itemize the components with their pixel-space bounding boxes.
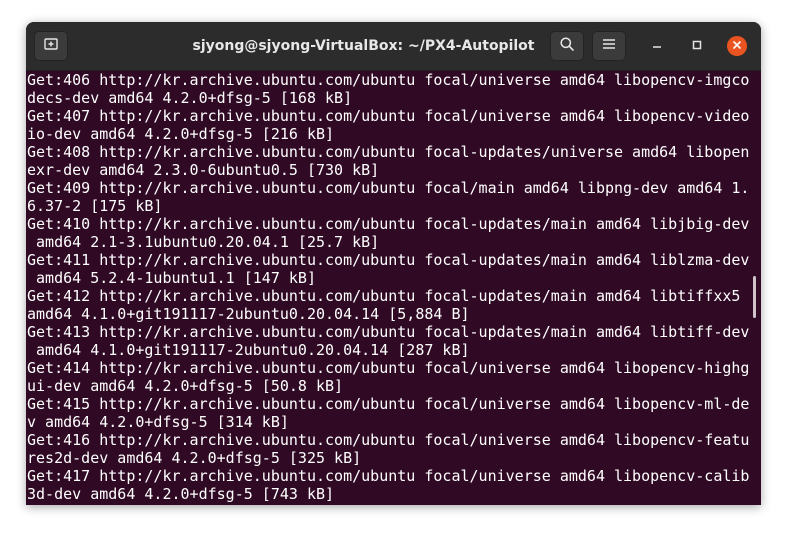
close-button[interactable]: [727, 36, 747, 56]
terminal-line: Get:406 http://kr.archive.ubuntu.com/ubu…: [27, 71, 750, 89]
title-bar[interactable]: sjyong@sjyong-VirtualBox: ~/PX4-Autopilo…: [26, 22, 761, 71]
terminal-line: Get:416 http://kr.archive.ubuntu.com/ubu…: [27, 431, 750, 449]
maximize-icon: [692, 37, 702, 55]
terminal-line: amd64 4.1.0+git191117-2ubuntu0.20.04.14 …: [27, 305, 470, 323]
search-button[interactable]: [550, 31, 584, 61]
terminal-line: Get:414 http://kr.archive.ubuntu.com/ubu…: [27, 359, 750, 377]
hamburger-menu-icon: [602, 37, 616, 56]
terminal-line: Get:407 http://kr.archive.ubuntu.com/ubu…: [27, 107, 750, 125]
terminal-line: Get:410 http://kr.archive.ubuntu.com/ubu…: [27, 215, 750, 233]
terminal-line: Get:412 http://kr.archive.ubuntu.com/ubu…: [27, 287, 741, 305]
terminal-line: 6.37-2 [175 kB]: [27, 197, 163, 215]
new-tab-button[interactable]: [34, 31, 68, 61]
terminal-line: amd64 2.1-3.1ubuntu0.20.04.1 [25.7 kB]: [27, 233, 380, 251]
menu-button[interactable]: [592, 31, 626, 61]
search-icon: [559, 36, 575, 57]
close-icon: [732, 37, 742, 55]
minimize-button[interactable]: [647, 36, 667, 56]
terminal-line: Get:415 http://kr.archive.ubuntu.com/ubu…: [27, 395, 750, 413]
terminal-line: amd64 4.1.0+git191117-2ubuntu0.20.04.14 …: [27, 341, 470, 359]
terminal-line: Get:413 http://kr.archive.ubuntu.com/ubu…: [27, 323, 750, 341]
terminal-line: Get:411 http://kr.archive.ubuntu.com/ubu…: [27, 251, 750, 269]
vertical-scrollbar[interactable]: [753, 276, 756, 318]
window-title: sjyong@sjyong-VirtualBox: ~/PX4-Autopilo…: [192, 38, 535, 54]
terminal-output[interactable]: Get:406 http://kr.archive.ubuntu.com/ubu…: [26, 71, 761, 505]
terminal-window: sjyong@sjyong-VirtualBox: ~/PX4-Autopilo…: [26, 22, 761, 505]
terminal-line: v amd64 4.2.0+dfsg-5 [314 kB]: [27, 413, 289, 431]
terminal-line: Get:409 http://kr.archive.ubuntu.com/ubu…: [27, 179, 750, 197]
new-tab-icon: [43, 36, 59, 57]
terminal-line: Get:408 http://kr.archive.ubuntu.com/ubu…: [27, 143, 750, 161]
terminal-line: Get:417 http://kr.archive.ubuntu.com/ubu…: [27, 467, 750, 485]
terminal-line: ui-dev amd64 4.2.0+dfsg-5 [50.8 kB]: [27, 377, 344, 395]
terminal-line: io-dev amd64 4.2.0+dfsg-5 [216 kB]: [27, 125, 335, 143]
terminal-line: exr-dev amd64 2.3.0-6ubuntu0.5 [730 kB]: [27, 161, 380, 179]
minimize-icon: [652, 37, 662, 55]
terminal-lines: Get:406 http://kr.archive.ubuntu.com/ubu…: [27, 71, 749, 503]
terminal-line: decs-dev amd64 4.2.0+dfsg-5 [168 kB]: [27, 89, 353, 107]
terminal-line: amd64 5.2.4-1ubuntu1.1 [147 kB]: [27, 269, 316, 287]
terminal-line: 3d-dev amd64 4.2.0+dfsg-5 [743 kB]: [27, 485, 335, 503]
maximize-button[interactable]: [687, 36, 707, 56]
terminal-line: res2d-dev amd64 4.2.0+dfsg-5 [325 kB]: [27, 449, 362, 467]
